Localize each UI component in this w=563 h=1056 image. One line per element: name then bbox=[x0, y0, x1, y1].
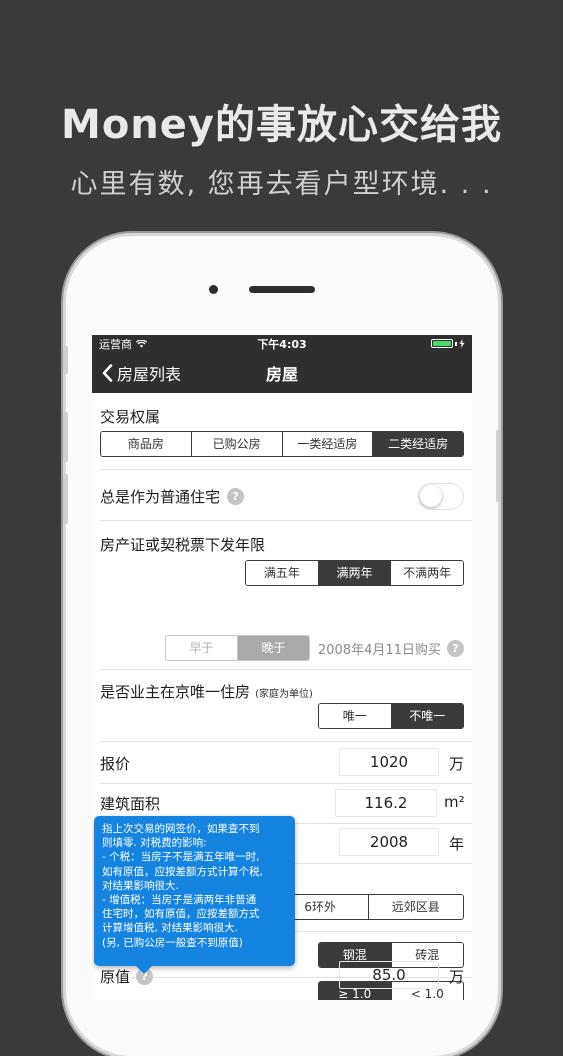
trade-type-label: 交易权属 bbox=[100, 408, 161, 426]
ordinary-housing-row: 总是作为普通住宅 ? bbox=[100, 482, 464, 510]
price-input[interactable]: 1020 bbox=[339, 748, 439, 776]
phone-volume-down bbox=[63, 474, 68, 524]
battery-fill bbox=[433, 341, 451, 346]
cert-years-option-five[interactable]: 满五年 bbox=[246, 561, 319, 585]
phone-power-button bbox=[496, 430, 501, 502]
original-value-unit: 万 bbox=[449, 968, 465, 986]
original-value-tooltip: 指上次交易的网签价，如果查不到 则填零. 对税费的影响: - 个税：当房子不是满… bbox=[94, 816, 295, 974]
toggle-knob bbox=[420, 484, 442, 507]
compare-option-after[interactable]: 晚于 bbox=[238, 636, 309, 660]
battery-icon bbox=[431, 339, 453, 348]
status-bar: 运营商 下午4:03 bbox=[92, 335, 472, 353]
location-segmented-control: 6环外 远郊区县 bbox=[272, 894, 464, 920]
cert-date-info: 2008年4月11日购买 ? bbox=[318, 639, 464, 658]
area-input[interactable]: 116.2 bbox=[335, 789, 437, 817]
tooltip-line: (另, 已购公房一般查不到原值) bbox=[102, 936, 243, 949]
price-unit: 万 bbox=[449, 755, 465, 773]
tooltip-line: 计算增值税, 对结果影响很大. bbox=[102, 922, 239, 935]
divider bbox=[100, 669, 472, 670]
trade-type-segmented-control: 商品房 已购公房 一类经适房 二类经适房 bbox=[100, 431, 464, 457]
battery-tip bbox=[455, 341, 457, 346]
year-input[interactable]: 2008 bbox=[339, 828, 439, 856]
only-home-label-group: 是否业主在京唯一住房 (家庭为单位) bbox=[100, 681, 464, 702]
only-home-segmented-control: 唯一 不唯一 bbox=[318, 703, 464, 729]
divider bbox=[100, 783, 472, 784]
navigation-bar: 房屋列表 房屋 bbox=[92, 353, 472, 393]
cert-years-option-under-two[interactable]: 不满两年 bbox=[391, 561, 463, 585]
promo-subline: 心里有数, 您再去看户型环境. . . bbox=[70, 169, 493, 200]
help-icon[interactable]: ? bbox=[227, 487, 245, 505]
phone-mute-switch bbox=[63, 346, 68, 374]
trade-type-option-commercial[interactable]: 商品房 bbox=[101, 432, 192, 456]
tooltip-line: - 增值税：当房子是满两年非普通 bbox=[102, 894, 257, 907]
area-unit: m² bbox=[444, 793, 465, 811]
original-value-input[interactable]: 85.0 bbox=[339, 961, 439, 989]
tooltip-line: 则填零. 对税费的影响: bbox=[102, 837, 207, 850]
status-time: 下午4:03 bbox=[257, 338, 307, 351]
help-icon[interactable]: ? bbox=[446, 640, 464, 657]
earpiece-speaker bbox=[249, 286, 315, 293]
only-home-option-only[interactable]: 唯一 bbox=[319, 704, 392, 728]
back-button-label: 房屋列表 bbox=[117, 365, 182, 384]
cert-years-label: 房产证或契税票下发年限 bbox=[100, 536, 266, 554]
tooltip-line: - 个税：当房子不是满五年唯一时, bbox=[102, 851, 260, 864]
only-home-sublabel: (家庭为单位) bbox=[255, 689, 313, 700]
trade-type-option-public[interactable]: 已购公房 bbox=[191, 432, 283, 456]
tooltip-line: 如有原值，应按差额方式计算个税, bbox=[102, 865, 263, 878]
original-value-label: 原值 bbox=[100, 968, 131, 986]
trade-type-option-class2[interactable]: 二类经适房 bbox=[373, 432, 463, 456]
cert-date-compare-control: 早于 晚于 bbox=[165, 635, 310, 661]
charging-bolt-icon bbox=[459, 339, 465, 348]
front-camera bbox=[209, 285, 218, 294]
only-home-option-not-only[interactable]: 不唯一 bbox=[391, 704, 463, 728]
ordinary-housing-label: 总是作为普通住宅 bbox=[100, 487, 221, 506]
ordinary-housing-toggle[interactable] bbox=[418, 482, 464, 510]
app-screen: 运营商 下午4:03 房屋列表 房屋 交易权属 商品房 已购公房 一类经适房 二 bbox=[92, 335, 472, 1000]
compare-option-before[interactable]: 早于 bbox=[166, 636, 238, 660]
chevron-left-icon bbox=[102, 364, 113, 382]
only-home-label: 是否业主在京唯一住房 bbox=[100, 683, 251, 701]
tooltip-line: 住宅时，如有原值，应按差额方式 bbox=[102, 908, 260, 921]
cert-years-option-two[interactable]: 满两年 bbox=[318, 561, 392, 585]
tooltip-line: 对结果影响很大. bbox=[102, 879, 179, 892]
divider bbox=[100, 741, 472, 742]
promo-headline: Money的事放心交给我 bbox=[61, 102, 502, 148]
phone-volume-up bbox=[63, 412, 68, 462]
battery-indicator bbox=[431, 339, 465, 348]
back-button[interactable]: 房屋列表 bbox=[92, 361, 181, 385]
trade-type-option-class1[interactable]: 一类经适房 bbox=[282, 432, 374, 456]
cert-years-segmented-control: 满五年 满两年 不满两年 bbox=[245, 560, 464, 586]
location-option-suburb[interactable]: 远郊区县 bbox=[368, 895, 463, 919]
cert-date-text[interactable]: 2008年4月11日购买 bbox=[318, 639, 441, 658]
divider bbox=[100, 469, 472, 470]
divider bbox=[100, 520, 472, 521]
tooltip-line: 指上次交易的网签价，如果查不到 bbox=[102, 823, 260, 835]
year-unit: 年 bbox=[449, 835, 465, 853]
